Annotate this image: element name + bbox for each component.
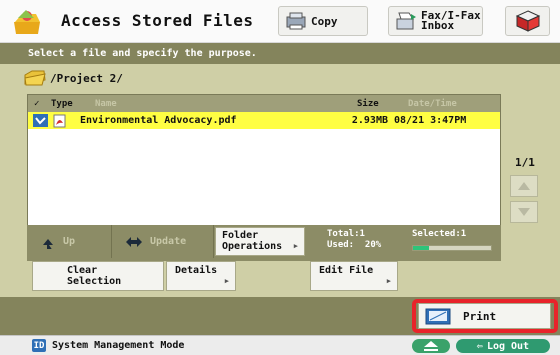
submenu-arrow-icon: ▶ <box>224 277 229 285</box>
arrow-down-icon <box>518 208 530 216</box>
clear-selection-button[interactable]: Clear Selection <box>32 261 164 291</box>
system-mode-icon: ID <box>32 339 46 352</box>
fax-label: Fax/I-Fax Inbox <box>421 10 481 32</box>
copier-icon <box>286 12 306 30</box>
up-arrow-icon <box>43 238 53 249</box>
storage-usage-fill <box>413 246 429 250</box>
copy-label: Copy <box>311 14 338 28</box>
logout-label: Log Out <box>486 340 530 352</box>
selected-count: Selected:1 <box>412 229 467 239</box>
fax-label-line2: Inbox <box>421 19 455 32</box>
file-size: 2.93MB <box>351 115 388 126</box>
printer-icon <box>425 308 451 325</box>
total-count: Total:1 <box>327 229 365 239</box>
scroll-up-button[interactable] <box>510 175 538 197</box>
action-bar: Up Update Folder Operations ▶ Total:1 Us… <box>27 225 501 261</box>
submenu-arrow-icon: ▶ <box>293 242 298 250</box>
header-bar: Access Stored Files Copy Fax/I-Fax Inbox <box>0 0 560 43</box>
stored-files-icon <box>14 10 40 34</box>
page-title: Access Stored Files <box>61 11 254 30</box>
print-button[interactable]: Print <box>418 303 551 329</box>
column-date[interactable]: Date/Time <box>408 99 498 109</box>
page-indicator: 1/1 <box>515 156 535 169</box>
cube-icon <box>515 10 540 32</box>
folder-ops-line2: Operations <box>222 241 283 252</box>
checkmark-icon: ✓ <box>34 98 40 109</box>
copy-button[interactable]: Copy <box>278 6 368 36</box>
folder-operations-button[interactable]: Folder Operations ▶ <box>215 227 305 256</box>
folder-ops-line1: Folder <box>222 230 259 241</box>
print-label: Print <box>463 309 497 323</box>
selected-file-icon <box>33 114 48 127</box>
pdf-file-icon <box>53 114 66 127</box>
main-panel: Select a file and specify the purpose. /… <box>0 43 560 335</box>
update-button[interactable]: Update <box>114 225 214 258</box>
eject-icon <box>424 341 438 351</box>
column-type[interactable]: Type <box>51 99 95 109</box>
totals-info: Total:1 Used: 20% <box>327 229 381 251</box>
file-row[interactable]: Environmental Advocacy.pdf 2.93MB 08/21 … <box>28 112 500 129</box>
eject-button[interactable] <box>412 339 450 353</box>
file-date: 08/21 3:47PM <box>394 115 467 126</box>
fax-inbox-button[interactable]: Fax/I-Fax Inbox <box>388 6 483 36</box>
arrow-up-icon <box>518 182 530 190</box>
print-bar: Print <box>0 297 560 335</box>
column-name[interactable]: Name <box>95 99 357 109</box>
current-path: /Project 2/ <box>24 70 123 86</box>
refresh-icon <box>126 236 142 247</box>
update-label: Update <box>150 236 187 247</box>
used-percent: Used: 20% <box>327 240 382 250</box>
up-label: Up <box>63 236 76 247</box>
up-button[interactable]: Up <box>27 225 112 258</box>
fax-inbox-icon <box>396 12 416 30</box>
scroll-down-button[interactable] <box>510 201 538 223</box>
logout-icon: ⇦ <box>476 340 483 352</box>
edit-file-button[interactable]: Edit File ▶ <box>310 261 398 291</box>
path-text: /Project 2/ <box>50 71 123 85</box>
column-size[interactable]: Size <box>357 99 408 109</box>
folder-icon <box>24 70 46 86</box>
instruction-text: Select a file and specify the purpose. <box>0 43 560 64</box>
details-button[interactable]: Details ▶ <box>166 261 236 291</box>
file-list: ✓ Type Name Size Date/Time Environmental… <box>27 94 501 236</box>
file-list-header: ✓ Type Name Size Date/Time <box>28 95 500 112</box>
storage-usage-bar <box>412 245 492 251</box>
clear-line2: Selection <box>67 276 122 287</box>
file-name: Environmental Advocacy.pdf <box>80 115 237 126</box>
system-mode-text: System Management Mode <box>52 340 185 351</box>
logout-button[interactable]: ⇦ Log Out <box>456 339 550 353</box>
clear-line1: Clear <box>67 265 98 276</box>
submenu-arrow-icon: ▶ <box>386 277 391 285</box>
main-menu-button[interactable] <box>505 6 550 36</box>
edit-label: Edit File <box>319 265 374 276</box>
footer-bar: ID System Management Mode ⇦ Log Out <box>0 335 560 355</box>
details-label: Details <box>175 265 218 276</box>
